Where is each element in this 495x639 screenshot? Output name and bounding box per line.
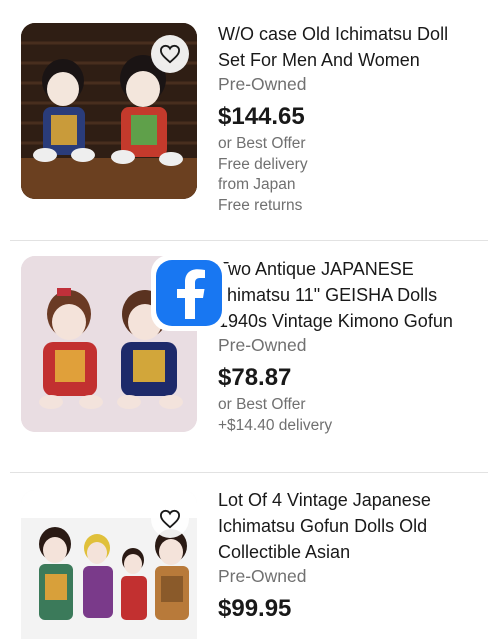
price-label: $144.65 xyxy=(218,103,305,130)
facebook-icon xyxy=(156,260,222,326)
title-line[interactable]: Two Antique JAPANESE xyxy=(218,256,488,282)
price-label: $99.95 xyxy=(218,595,292,622)
title-line[interactable]: Collectible Asian xyxy=(218,539,488,565)
divider xyxy=(10,472,488,473)
facebook-overlay-button[interactable] xyxy=(151,255,227,331)
best-offer-label: or Best Offer xyxy=(218,396,306,413)
best-offer-label: or Best Offer xyxy=(218,135,306,152)
listing-image[interactable] xyxy=(21,23,197,199)
title-line[interactable]: chimatsu 11" GEISHA Dolls xyxy=(218,282,488,308)
favorite-button[interactable] xyxy=(151,500,189,538)
heart-icon xyxy=(159,509,181,529)
title-line[interactable]: 1940s Vintage Kimono Gofun xyxy=(218,308,488,334)
delivery-label: Free delivery xyxy=(218,155,308,173)
listing-image[interactable] xyxy=(21,490,197,639)
heart-icon xyxy=(159,44,181,64)
listing-title[interactable]: Two Antique JAPANESE chimatsu 11" GEISHA… xyxy=(218,256,488,334)
price-label: $78.87 xyxy=(218,364,292,391)
title-line[interactable]: Lot Of 4 Vintage Japanese xyxy=(218,487,488,513)
listing-title[interactable]: W/O case Old Ichimatsu Doll Set For Men … xyxy=(218,21,488,73)
delivery-label: +$14.40 delivery xyxy=(218,416,333,434)
returns-label: Free returns xyxy=(218,196,303,214)
title-line[interactable]: W/O case Old Ichimatsu Doll xyxy=(218,21,488,47)
divider xyxy=(10,240,488,241)
title-line[interactable]: Set For Men And Women xyxy=(218,47,488,73)
favorite-button[interactable] xyxy=(151,35,189,73)
condition-label: Pre-Owned xyxy=(218,74,307,94)
listing-title[interactable]: Lot Of 4 Vintage Japanese Ichimatsu Gofu… xyxy=(218,487,488,565)
condition-label: Pre-Owned xyxy=(218,566,307,586)
title-line[interactable]: Ichimatsu Gofun Dolls Old xyxy=(218,513,488,539)
origin-label: from Japan xyxy=(218,176,296,193)
condition-label: Pre-Owned xyxy=(218,335,307,355)
